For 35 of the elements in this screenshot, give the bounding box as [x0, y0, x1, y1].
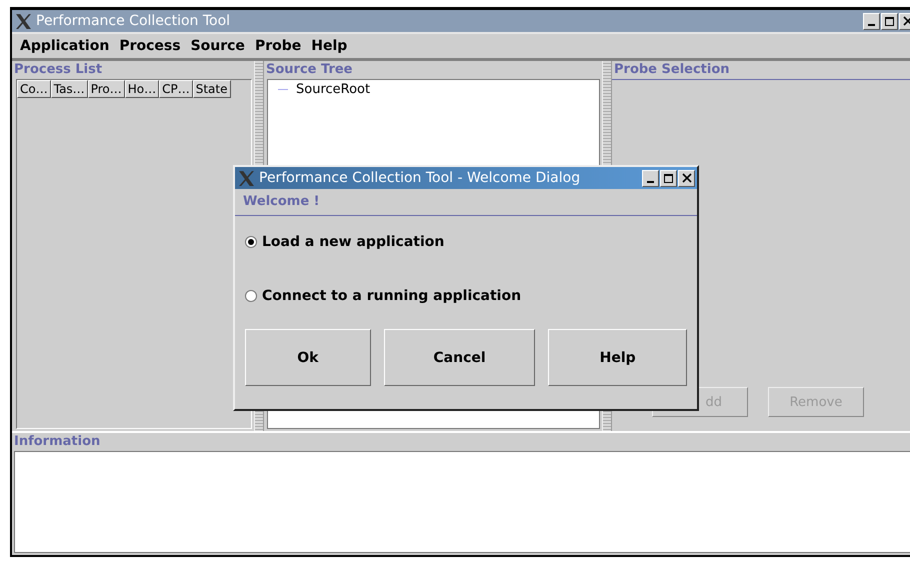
dialog-heading: Welcome !	[235, 189, 697, 216]
close-icon	[902, 16, 910, 26]
panel-title: Source Tree	[265, 61, 354, 79]
menu-item[interactable]: Help	[311, 38, 348, 54]
dialog-button[interactable]: Help	[548, 329, 687, 386]
radio-button[interactable]	[245, 236, 257, 248]
menu-item[interactable]: Source	[190, 38, 245, 54]
radio-button[interactable]	[245, 290, 257, 302]
column-header[interactable]: CP…	[159, 80, 193, 98]
column-header[interactable]: Tas…	[50, 80, 88, 98]
column-header[interactable]: State	[192, 80, 230, 98]
radio-label[interactable]: Connect to a running application	[262, 288, 522, 304]
tree-item[interactable]: SourceRoot	[296, 82, 370, 96]
menu-item[interactable]: Process	[119, 38, 181, 54]
panel-title: Probe Selection	[612, 61, 910, 80]
menu-item[interactable]: Probe	[254, 38, 302, 54]
dialog-button[interactable]: Ok	[245, 329, 371, 386]
maximize-button[interactable]	[660, 170, 677, 186]
column-header[interactable]: Pro…	[88, 80, 125, 98]
column-header[interactable]: Co…	[17, 80, 51, 98]
window-title: Performance Collection Tool	[36, 13, 232, 29]
column-header[interactable]: Ho…	[124, 80, 160, 98]
tree-connector	[278, 88, 288, 90]
minimize-button[interactable]	[642, 170, 659, 186]
close-icon	[682, 173, 692, 183]
x-logo-icon	[15, 12, 32, 30]
menu-item[interactable]: Application	[20, 38, 110, 54]
minimize-button[interactable]	[863, 12, 880, 30]
panel-title: Process List	[13, 61, 104, 79]
close-button[interactable]	[678, 170, 695, 186]
maximize-button[interactable]	[881, 12, 898, 30]
dialog-title: Performance Collection Tool - Welcome Dialog	[259, 170, 582, 186]
dialog-button[interactable]: Cancel	[384, 329, 536, 386]
radio-label[interactable]: Load a new application	[262, 234, 444, 250]
x-logo-icon	[238, 170, 255, 186]
